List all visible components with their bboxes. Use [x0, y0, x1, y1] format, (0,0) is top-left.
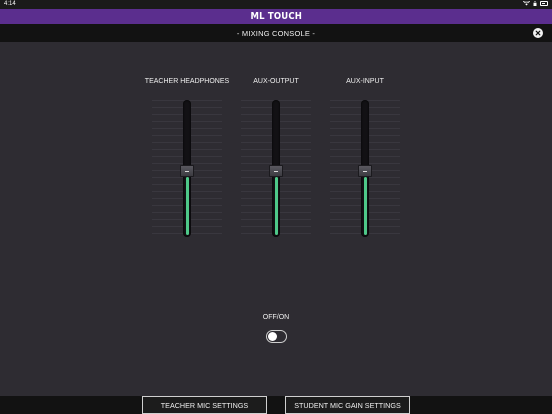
close-button[interactable]: [533, 28, 543, 38]
fader-level-fill: [364, 177, 367, 235]
fader-level-fill: [186, 177, 189, 235]
off-on-toggle[interactable]: [266, 330, 287, 343]
toggle-knob: [268, 332, 277, 341]
mixing-console-title: - MIXING CONSOLE -: [236, 28, 316, 38]
status-icons: [523, 1, 548, 6]
student-mic-gain-settings-button[interactable]: STUDENT MIC GAIN SETTINGS: [285, 396, 410, 414]
close-icon: [535, 30, 541, 36]
fader-thumb[interactable]: [269, 165, 283, 178]
channel-label: AUX-INPUT: [346, 78, 384, 85]
channel-aux-input: AUX-INPUT: [310, 78, 420, 240]
fader-thumb[interactable]: [358, 165, 372, 178]
lock-icon: [533, 1, 537, 6]
toggle-label: OFF/ON: [262, 314, 290, 321]
sub-header: - MIXING CONSOLE -: [0, 24, 552, 42]
status-time: 4:14: [4, 1, 16, 7]
teacher-mic-settings-button[interactable]: TEACHER MIC SETTINGS: [142, 396, 267, 414]
fader-level-fill: [275, 177, 278, 235]
wifi-icon: [523, 1, 530, 6]
app-header: ML TOUCH: [0, 9, 552, 24]
fader-thumb[interactable]: [180, 165, 194, 178]
app-title: ML TOUCH: [250, 11, 302, 22]
status-bar: 4:14: [0, 0, 552, 9]
battery-icon: [540, 1, 548, 6]
bottom-bar: [0, 396, 552, 414]
